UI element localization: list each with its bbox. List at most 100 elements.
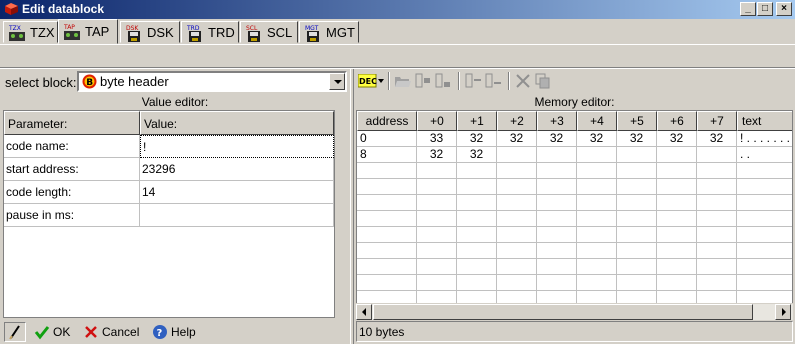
byte-cell[interactable]: [657, 147, 697, 163]
tab-tzx[interactable]: TZX TZX: [3, 21, 58, 43]
panel-splitter[interactable]: [350, 69, 354, 344]
svg-text:?: ?: [157, 328, 163, 339]
svg-text:B: B: [86, 78, 93, 88]
byte-cell[interactable]: 32: [657, 131, 697, 147]
tab-tap[interactable]: TAP TAP: [58, 19, 118, 44]
check-icon: [34, 326, 50, 340]
scl-floppy-icon: SCL: [246, 25, 260, 42]
maximize-button[interactable]: □: [757, 2, 773, 16]
tab-label: TRD: [208, 25, 235, 40]
tap-tape-icon: TAP: [63, 24, 80, 40]
column-header-offset[interactable]: +4: [577, 111, 617, 131]
toolbar-separator: [458, 72, 460, 90]
byte-cell[interactable]: [537, 147, 577, 163]
horizontal-scrollbar[interactable]: [356, 303, 793, 320]
byte-cell[interactable]: 32: [577, 131, 617, 147]
status-bar: 10 bytes: [356, 321, 793, 342]
help-button[interactable]: ? Help: [152, 322, 202, 342]
help-icon: ?: [153, 325, 167, 339]
chevron-down-icon: [334, 80, 342, 84]
column-header-offset[interactable]: +0: [417, 111, 457, 131]
value-cell[interactable]: 14: [140, 181, 334, 204]
svg-text:DSK: DSK: [126, 25, 139, 32]
toolbar-separator: [388, 72, 390, 90]
trd-floppy-icon: TRD: [186, 25, 201, 42]
value-cell[interactable]: !: [140, 135, 334, 158]
chevron-right-icon: [782, 308, 786, 316]
column-header-parameter[interactable]: Parameter:: [4, 111, 140, 135]
svg-text:SCL: SCL: [246, 25, 258, 32]
column-header-address[interactable]: address: [357, 111, 417, 131]
byte-cell[interactable]: 32: [497, 131, 537, 147]
tab-trd[interactable]: TRD TRD: [181, 21, 239, 43]
byte-cell[interactable]: [497, 147, 537, 163]
byte-cell[interactable]: [577, 147, 617, 163]
select-block-dropdown[interactable]: B byte header: [77, 71, 347, 92]
minimize-button[interactable]: _: [740, 2, 756, 16]
ok-button[interactable]: OK: [34, 322, 78, 342]
column-header-value[interactable]: Value:: [140, 111, 334, 135]
byte-cell[interactable]: [617, 147, 657, 163]
shift-left-icon[interactable]: [464, 72, 482, 89]
column-header-offset[interactable]: +1: [457, 111, 497, 131]
band-divider: [0, 67, 795, 69]
svg-text:DEC: DEC: [359, 77, 377, 86]
byte-cell[interactable]: 32: [617, 131, 657, 147]
close-button[interactable]: ×: [776, 2, 792, 16]
scroll-right-button[interactable]: [775, 304, 791, 320]
mgt-floppy-icon: MGT: [305, 25, 319, 42]
insert-before-icon[interactable]: [414, 72, 432, 89]
svg-text:TZX: TZX: [8, 25, 21, 32]
tab-mgt[interactable]: MGT MGT: [299, 21, 359, 43]
cross-icon: [85, 326, 97, 338]
byte-cell[interactable]: 32: [417, 147, 457, 163]
tab-label: TAP: [85, 24, 110, 39]
tab-dsk[interactable]: DSK DSK: [120, 21, 180, 43]
column-header-text[interactable]: text: [737, 111, 792, 131]
byte-cell[interactable]: 32: [697, 131, 737, 147]
tab-baseline: [0, 44, 795, 45]
column-header-offset[interactable]: +6: [657, 111, 697, 131]
value-cell[interactable]: 23296: [140, 158, 334, 181]
memory-editor-grid: address +0 +1 +2 +3 +4 +5 +6 +7 text 0 3…: [356, 110, 793, 320]
column-header-offset[interactable]: +7: [697, 111, 737, 131]
byte-cell[interactable]: 32: [457, 131, 497, 147]
tab-label: MGT: [326, 25, 355, 40]
byte-cell[interactable]: 33: [417, 131, 457, 147]
scroll-left-button[interactable]: [356, 304, 372, 320]
text-cell[interactable]: . .: [737, 147, 792, 163]
address-cell: 0: [357, 131, 417, 147]
byte-cell[interactable]: [697, 147, 737, 163]
byte-cell[interactable]: 32: [537, 131, 577, 147]
title-bar: Edit datablock _ □ ×: [0, 0, 795, 19]
ok-label: OK: [53, 325, 71, 339]
dropdown-arrow-button[interactable]: [329, 73, 345, 90]
cancel-button[interactable]: Cancel: [83, 322, 148, 342]
column-header-offset[interactable]: +3: [537, 111, 577, 131]
toolbar-separator: [508, 72, 510, 90]
memory-editor-title: Memory editor:: [534, 95, 615, 109]
byte-cell[interactable]: 32: [457, 147, 497, 163]
delete-icon[interactable]: [514, 72, 532, 89]
svg-text:TAP: TAP: [63, 24, 75, 31]
open-folder-icon[interactable]: [394, 72, 412, 89]
insert-after-icon[interactable]: [434, 72, 452, 89]
tab-scl[interactable]: SCL SCL: [240, 21, 298, 43]
pencil-icon: [9, 325, 20, 340]
shift-right-icon[interactable]: [484, 72, 502, 89]
svg-text:TRD: TRD: [186, 25, 200, 32]
param-cell: code length:: [4, 181, 140, 204]
chevron-left-icon: [362, 308, 366, 316]
column-header-offset[interactable]: +5: [617, 111, 657, 131]
text-cell[interactable]: ! . . . . . . .: [737, 131, 792, 147]
window-title: Edit datablock: [22, 2, 105, 16]
tab-label: SCL: [267, 25, 293, 40]
scroll-thumb[interactable]: [373, 304, 753, 320]
column-header-offset[interactable]: +2: [497, 111, 537, 131]
select-block-label: select block:: [5, 75, 77, 90]
edit-pencil-button[interactable]: [4, 322, 26, 342]
dialog-buttons: OK Cancel ? Help: [0, 320, 350, 344]
value-cell[interactable]: [140, 204, 334, 227]
number-format-dropdown[interactable]: DEC: [358, 72, 384, 89]
copy-icon[interactable]: [534, 72, 552, 89]
